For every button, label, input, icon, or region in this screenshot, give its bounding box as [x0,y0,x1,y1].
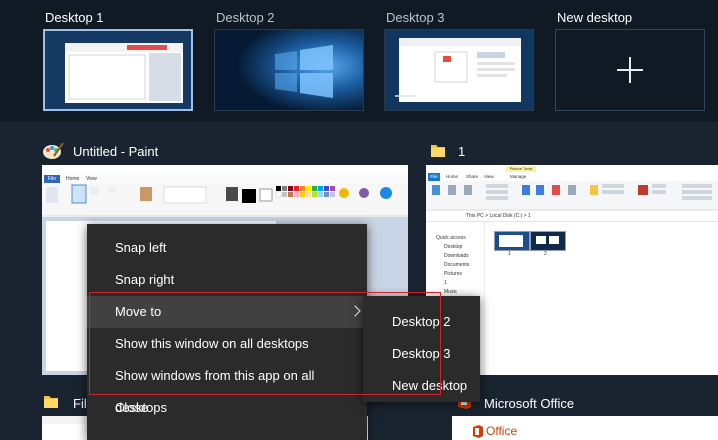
desktop-1-preview [45,31,191,109]
paint-window-title: Untitled - Paint [73,144,159,159]
explorer-tab-row: File Home Share View Manage [426,173,718,181]
menu-item-snap-right[interactable]: Snap right [87,264,367,296]
new-desktop-button[interactable] [555,29,705,111]
chevron-right-icon [349,305,361,317]
desktop-2-label: Desktop 2 [216,10,275,25]
paint-ribbon [42,183,408,217]
desktop-3-thumbnail[interactable] [384,29,534,111]
explorer-context-tab: Picture Tools [506,166,536,172]
paint-tab-row: File Home View [42,175,408,183]
nav-pictures[interactable]: Pictures [444,270,462,278]
explorer-ribbon [426,181,718,211]
file-thumbnail-2[interactable] [530,231,566,251]
submenu-item-new-desktop[interactable]: New desktop [363,370,480,402]
desktop-3-label: Desktop 3 [386,10,445,25]
folder-icon [429,141,447,159]
explorer-tab-manage[interactable]: Manage [510,173,526,181]
menu-item-show-window-all-desktops[interactable]: Show this window on all desktops [87,328,367,360]
desktop-1-label: Desktop 1 [45,10,104,25]
menu-item-show-app-all-desktops[interactable]: Show windows from this app on all deskto… [87,360,367,415]
explorer-window-title: 1 [458,144,466,159]
submenu-item-desktop-2[interactable]: Desktop 2 [363,306,480,338]
windows-wallpaper-preview [215,30,363,110]
paint-app-icon [42,141,64,159]
folder-icon-2 [42,392,60,410]
file-thumbnail-1[interactable] [494,231,530,251]
nav-desktop[interactable]: Desktop [444,243,462,251]
nav-folder-1[interactable]: 1 [444,279,447,287]
office-logo-icon [472,425,484,438]
desktop-2-thumbnail[interactable] [214,29,364,111]
menu-item-close[interactable]: Close [87,392,367,424]
new-desktop-label: New desktop [557,10,633,25]
explorer-tab-share[interactable]: Share [466,173,478,181]
menu-item-move-to-label: Move to [115,304,162,319]
desktop-1-thumbnail[interactable] [43,29,193,111]
paint-tab-home[interactable]: Home [66,175,79,183]
nav-music[interactable]: Music [444,288,457,296]
menu-item-move-to[interactable]: Move to [87,296,367,328]
explorer2-window-title: Fil [73,396,87,411]
office-window-thumbnail[interactable]: Office [452,416,718,440]
window-context-menu: Snap left Snap right Move to Show this w… [87,224,367,440]
explorer-tab-home[interactable]: Home [446,173,458,181]
office-logo-text: Office [486,424,518,438]
nav-documents[interactable]: Documents [444,261,469,269]
explorer-tab-file[interactable]: File [428,173,440,181]
explorer-path: This PC > Local Disk (C:) > 1 [466,213,531,219]
nav-quick-access[interactable]: Quick access [436,234,466,242]
move-to-submenu: Desktop 2 Desktop 3 New desktop [363,296,480,402]
plus-icon [617,57,643,83]
virtual-desktops-bar: Desktop 1 Desktop 2 Desktop 3 New deskto… [0,0,718,122]
explorer-tab-view[interactable]: View [484,173,494,181]
explorer-address-bar[interactable]: This PC > Local Disk (C:) > 1 [426,211,718,222]
office-window-title: Microsoft Office [484,396,575,411]
submenu-item-desktop-3[interactable]: Desktop 3 [363,338,480,370]
file-label-1: 1 [508,251,511,257]
nav-downloads[interactable]: Downloads [444,252,469,260]
desktop-3-preview [385,30,533,110]
explorer-title-bar: Picture Tools [426,165,718,173]
menu-item-snap-left[interactable]: Snap left [87,232,367,264]
paint-tab-view[interactable]: View [86,175,97,183]
paint-tab-file[interactable]: File [44,175,60,183]
file-label-2: 2 [544,251,547,257]
